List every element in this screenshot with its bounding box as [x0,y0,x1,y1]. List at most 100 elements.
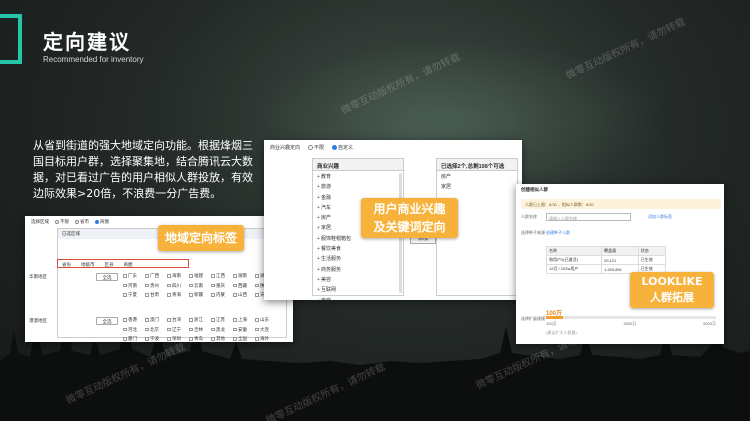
region-checkbox[interactable]: 湖南 [233,273,255,279]
interest-category-item[interactable]: +餐饮美食 [313,243,403,253]
region-checkbox[interactable]: 北京 [145,327,167,333]
region-checkbox-label: 辽宁 [172,326,181,332]
interest-category-item[interactable]: +教育 [313,171,403,181]
select-all-button[interactable]: 全选 [96,317,118,325]
tab-county[interactable]: 区县 [105,262,114,267]
region-checkbox[interactable]: 全国 [233,336,255,342]
region-checkbox-label: 江苏 [216,317,225,322]
interest-category-item[interactable]: +生活服务 [313,253,403,263]
region-checkbox[interactable]: 厦门 [123,336,145,342]
tab-province[interactable]: 省份 [62,262,71,267]
region-checkbox[interactable]: 青岛 [189,336,211,342]
region-checkbox[interactable]: 澳门 [145,317,167,323]
scale-slider[interactable] [546,316,716,319]
interest-category-item[interactable]: +互联网 [313,284,403,294]
audience-name-input[interactable]: 请输入人群名称 [546,213,631,221]
region-option-business[interactable]: 商圈 [95,219,109,225]
radio-selected-icon [332,145,338,151]
region-checkbox[interactable]: 青海 [167,292,189,298]
region-checkbox[interactable]: 重庆 [211,283,233,289]
region-checkbox[interactable]: 西藏 [233,283,255,289]
interest-category-label: 房产 [321,215,332,222]
region-checkbox[interactable]: 四川 [167,283,189,289]
checkbox-icon [189,318,193,322]
title-bracket [0,14,22,64]
interest-category-item[interactable]: +商务服务 [313,264,403,274]
checkbox-icon [123,274,127,278]
checkbox-icon [189,293,193,297]
region-checkbox[interactable]: 深圳 [167,336,189,342]
selected-interest-header: 已选择2个,总剩198个可选 [437,159,517,171]
region-checkbox[interactable]: 黑龙 [211,327,233,333]
region-checkbox[interactable]: 河北 [123,327,145,333]
region-checkbox[interactable]: 河南 [123,283,145,289]
region-checkbox[interactable]: 山东 [255,317,277,323]
region-checkbox[interactable]: 山西 [233,292,255,298]
region-checkbox-label: 广东 [128,273,137,278]
region-checkbox-label: 香港 [128,317,137,322]
region-option-province[interactable]: 省市 [75,219,89,225]
region-checkbox[interactable]: 台湾 [167,317,189,323]
region-checkbox-label: 重庆 [216,282,225,288]
region-checkbox[interactable]: 江苏 [211,317,233,323]
create-seed-link[interactable]: 创建种子人群 [546,230,570,236]
tab-city[interactable]: 地级市 [81,262,95,267]
selected-interest-item[interactable]: 家居 [437,181,517,191]
region-checkbox-label: 江西 [216,273,225,278]
region-checkbox-label: 浙江 [194,317,203,322]
scale-tick: 3000万 [623,321,637,326]
checkbox-icon [123,318,127,322]
select-all-button[interactable]: 全选 [96,273,118,281]
interest-option-unlimited[interactable]: 不限 [308,144,324,151]
region-checkbox[interactable]: 海南 [167,273,189,279]
region-checkbox[interactable]: 福建 [189,273,211,279]
region-checkbox[interactable]: 吉林 [189,327,211,333]
region-checkbox-label: 其他 [216,336,225,341]
interest-category-item[interactable]: +旅游 [313,181,403,191]
checkbox-icon [233,293,237,297]
interest-label: 商业兴趣定向 [270,145,301,151]
region-checkbox[interactable]: 内蒙 [211,292,233,298]
region-checkbox-label: 福建 [194,273,203,278]
scale-slider-fill [546,316,563,319]
checkbox-icon [189,337,193,341]
interest-category-item[interactable]: +电商 [313,295,403,300]
checkbox-icon [167,327,171,332]
region-checkbox[interactable]: 安徽 [233,327,255,333]
region-checkbox[interactable]: 广西 [145,273,167,279]
region-checkbox-label: 山东 [260,317,269,322]
region-checkbox[interactable]: 大连 [255,327,277,333]
checkbox-icon [167,293,171,297]
region-checkbox[interactable]: 广东 [123,273,145,279]
region-checkbox[interactable]: 贵州 [145,283,167,289]
region-checkbox-label: 宁波 [150,336,159,341]
selected-interest-item[interactable]: 房产 [437,171,517,181]
region-option-unlimited[interactable]: 不限 [55,219,69,225]
region-checkbox[interactable]: 宁夏 [123,292,145,298]
interest-category-item[interactable]: +美容 [313,274,403,284]
region-checkbox[interactable]: 新疆 [189,292,211,298]
checkbox-icon [255,337,259,341]
seed-table: 名称 覆盖量 状态 和用户2(已激活) 29,121 已生效 12月 / 102… [545,246,667,274]
region-checkbox[interactable]: 云南 [189,283,211,289]
region-checkbox-label: 西藏 [238,282,247,288]
region-checkbox[interactable]: 江西 [211,273,233,279]
lookalike-title: 创建相似人群 [521,187,548,192]
region-checkbox[interactable]: 海外 [255,336,277,342]
region-checkbox-label: 北京 [150,326,159,332]
column-header: 覆盖量 [601,246,639,256]
region-checkbox[interactable]: 其他 [211,336,233,342]
slide-title: 定向建议 [43,30,131,54]
region-checkbox[interactable]: 甘肃 [145,292,167,298]
region-checkbox[interactable]: 上海 [233,317,255,323]
region-checkbox[interactable]: 宁波 [145,336,167,342]
add-tag-link[interactable]: 添加人群标签 [648,214,672,220]
tab-business-area[interactable]: 商圈 [124,262,133,267]
column-header: 名称 [545,246,603,256]
region-checkbox[interactable]: 辽宁 [167,327,189,333]
region-checkbox[interactable]: 香港 [123,317,145,323]
interest-option-custom[interactable]: 自定义 [332,144,353,151]
region-checkbox-grid: 广东广西海南福建江西湖南湖北河南贵州四川云南重庆西藏陕西宁夏甘肃青海新疆内蒙山西… [123,273,277,298]
region-checkbox[interactable]: 浙江 [189,317,211,323]
table-row[interactable]: 和用户2(已激活) 29,121 已生效 [545,255,667,265]
